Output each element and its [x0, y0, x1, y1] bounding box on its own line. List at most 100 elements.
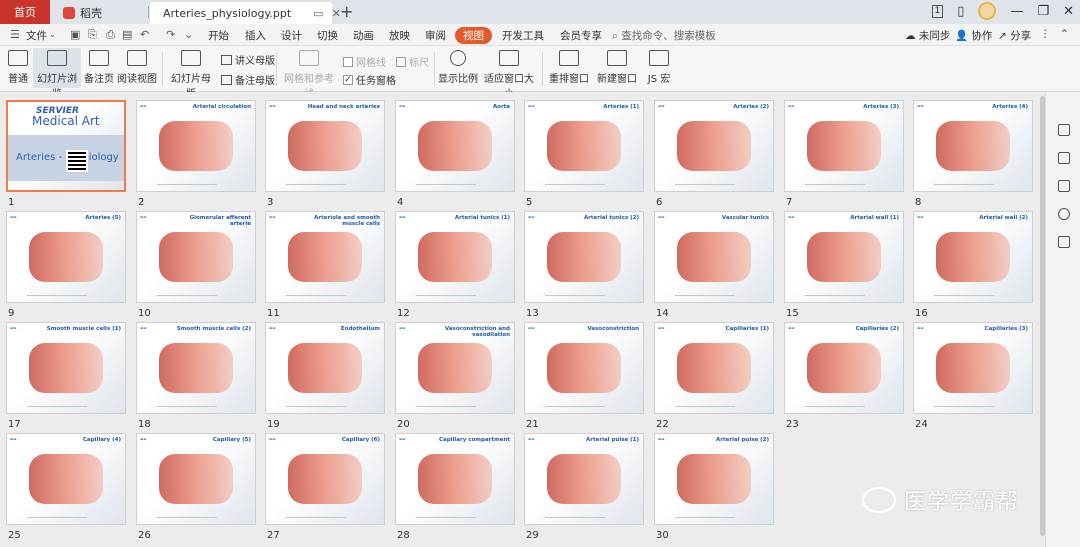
slide-thumbnail[interactable]: SERVIER Medical Art Arteries - Physiology [6, 100, 126, 192]
undo-icon[interactable]: ↶ [140, 28, 149, 41]
reading-view-button[interactable]: 阅读视图 [117, 48, 157, 85]
close-window-icon[interactable]: ✕ [1063, 4, 1074, 19]
slide-illustration [418, 454, 492, 504]
slide-thumbnail[interactable]: ▬▬ Smooth muscle cells (2) [136, 322, 256, 414]
right-task-panel [1045, 92, 1080, 547]
slide-thumbnail[interactable]: ▬▬ Arteries (1) [524, 100, 644, 192]
notes-master-button[interactable]: 备注母版 [221, 72, 275, 87]
slide-thumbnail[interactable]: ▬▬ Arteries (5) [6, 211, 126, 303]
slide-thumbnail[interactable]: ▬▬ Vascular tunics [654, 211, 774, 303]
help-icon[interactable] [1058, 208, 1070, 220]
menu-animation[interactable]: 动画 [353, 28, 374, 43]
ruler-checkbox[interactable]: 标尺 [396, 54, 429, 69]
slide-thumbnail[interactable]: ▬▬ Arteries (4) [913, 100, 1033, 192]
transition-icon[interactable] [1058, 180, 1070, 192]
servier-logo-icon: ▬▬ [917, 104, 924, 108]
menu-file[interactable]: 文件 [26, 28, 47, 43]
gridlines-checkbox[interactable]: 网格线 [343, 54, 386, 69]
menu-insert[interactable]: 插入 [245, 28, 266, 43]
slide-title: Aorta [492, 104, 510, 110]
menu-view[interactable]: 视图 [455, 27, 492, 44]
normal-view-icon [8, 50, 28, 66]
menu-home[interactable]: 开始 [208, 28, 229, 43]
new-tab-button[interactable]: + [340, 2, 353, 21]
slide-thumbnail[interactable]: ▬▬ Aorta [395, 100, 515, 192]
arrange-window-button[interactable]: 重排窗口 [546, 48, 592, 85]
properties-icon[interactable] [1058, 124, 1070, 136]
notes-page-button[interactable]: 备注页 [84, 48, 114, 85]
doc-frame-icon[interactable]: ▯ [957, 4, 964, 19]
slide-thumbnail[interactable]: ▬▬ Arterial pulse (2) [654, 433, 774, 525]
macro-button[interactable]: JS 宏 [643, 48, 675, 85]
print-icon[interactable]: ⎙ [106, 28, 115, 42]
monitor-icon[interactable]: ▭ [313, 7, 323, 20]
slide-thumbnail[interactable]: ▬▬ Capillary (5) [136, 433, 256, 525]
share-button[interactable]: ↗ 分享 [998, 28, 1031, 43]
more-icon[interactable]: ⋮ [1040, 28, 1051, 40]
restore-icon[interactable]: ❐ [1037, 4, 1049, 19]
redo-icon[interactable]: ↷ [166, 28, 175, 41]
slide-thumbnail[interactable]: ▬▬ Arterial pulse (1) [524, 433, 644, 525]
slide-thumbnail[interactable]: ▬▬ Smooth muscle cells (1) [6, 322, 126, 414]
slide-thumbnail[interactable]: ▬▬ Endothelium [265, 322, 385, 414]
slide-thumbnail[interactable]: ▬▬ Capillaries (1) [654, 322, 774, 414]
new-window-button[interactable]: 新建窗口 [597, 48, 637, 85]
menu-bar: ☰ 文件 ⌄ ▣ ⎘ ⎙ ▤ ↶ ↷ ⌄ 开始 插入 设计 切换 动画 放映 审… [0, 24, 1080, 46]
slide-thumbnail[interactable]: ▬▬ Vasoconstriction [524, 322, 644, 414]
slide-sorter-button[interactable]: 幻灯片浏览 [33, 48, 81, 100]
print-preview-icon[interactable]: ▤ [122, 28, 132, 41]
zoom-button[interactable]: 显示比例 [438, 48, 478, 85]
menu-slideshow[interactable]: 放映 [389, 28, 410, 43]
star-icon[interactable] [1058, 152, 1070, 164]
avatar[interactable] [978, 2, 997, 20]
slide-thumbnail[interactable]: ▬▬ Arteriole and smooth muscle cells [265, 211, 385, 303]
menu-transitions[interactable]: 切换 [317, 28, 338, 43]
slide-thumbnail[interactable]: ▬▬ Arterial wall (1) [784, 211, 904, 303]
search-commands[interactable]: ⌕ 查找命令、搜索模板 [612, 28, 716, 43]
backup-icon[interactable] [1058, 236, 1070, 248]
title-bar: 首页 稻壳 Arteries_physiology.ppt ▭ ✕ + 1 ▯ … [0, 0, 1080, 24]
normal-view-button[interactable]: 普通 [4, 48, 32, 85]
slide-thumbnail[interactable]: ▬▬ Capillary (6) [265, 433, 385, 525]
slide-number: 11 [267, 308, 280, 319]
slide-thumbnail[interactable]: ▬▬ Arterial tunics (2) [524, 211, 644, 303]
slide-thumbnail[interactable]: ▬▬ Capillary compartment [395, 433, 515, 525]
slide-thumbnail[interactable]: ▬▬ Vasoconstriction and vasodilation [395, 322, 515, 414]
hamburger-icon[interactable]: ☰ [10, 28, 20, 41]
slide-thumbnail[interactable]: ▬▬ Capillaries (3) [913, 322, 1033, 414]
slide-thumbnail[interactable]: ▬▬ Arterial tunics (1) [395, 211, 515, 303]
unsync-button[interactable]: ☁ 未同步 [905, 28, 950, 43]
tab-home[interactable]: 首页 [0, 0, 50, 24]
tab-daoke-label: 稻壳 [80, 7, 102, 20]
menu-member[interactable]: 会员专享 [560, 28, 602, 43]
slide-illustration [677, 454, 751, 504]
slide-thumbnail[interactable]: ▬▬ Arteries (3) [784, 100, 904, 192]
share-label: 分享 [1010, 30, 1032, 42]
servier-logo-icon: ▬▬ [917, 326, 924, 330]
collab-button[interactable]: 👤 协作 [955, 28, 992, 43]
slide-thumbnail[interactable]: ▬▬ Capillaries (2) [784, 322, 904, 414]
minimize-icon[interactable]: — [1010, 4, 1023, 19]
menu-developer[interactable]: 开发工具 [502, 28, 544, 43]
slide-thumbnail[interactable]: ▬▬ Glomerular afferent arterie [136, 211, 256, 303]
task-pane-checkbox[interactable]: ✓ 任务窗格 [343, 72, 396, 87]
format-painter-icon[interactable]: ⎘ [88, 28, 97, 42]
grid-guides-icon [299, 50, 319, 66]
slide-illustration [288, 121, 362, 171]
slide-thumbnail[interactable]: ▬▬ Capillary (4) [6, 433, 126, 525]
slide-thumbnail[interactable]: ▬▬ Head and neck arteries [265, 100, 385, 192]
more-chevron-icon[interactable]: ⌄ [184, 28, 193, 41]
slide-thumbnail[interactable]: ▬▬ Arteries (2) [654, 100, 774, 192]
handout-master-button[interactable]: 讲义母版 [221, 52, 275, 67]
tab-daoke[interactable]: 稻壳 [55, 2, 145, 24]
slide-thumbnail[interactable]: ▬▬ Arterial wall (2) [913, 211, 1033, 303]
slide-thumbnail[interactable]: ▬▬ Arterial circulation [136, 100, 256, 192]
tab-document[interactable]: Arteries_physiology.ppt ▭ ✕ [150, 2, 341, 24]
collapse-ribbon-icon[interactable]: ⌃ [1060, 28, 1069, 40]
menu-review[interactable]: 审阅 [425, 28, 446, 43]
window-count-icon[interactable]: 1 [931, 4, 944, 18]
slide-footer [416, 295, 476, 296]
menu-design[interactable]: 设计 [281, 28, 302, 43]
save-icon[interactable]: ▣ [70, 28, 80, 41]
chevron-down-icon[interactable]: ⌄ [49, 30, 56, 39]
